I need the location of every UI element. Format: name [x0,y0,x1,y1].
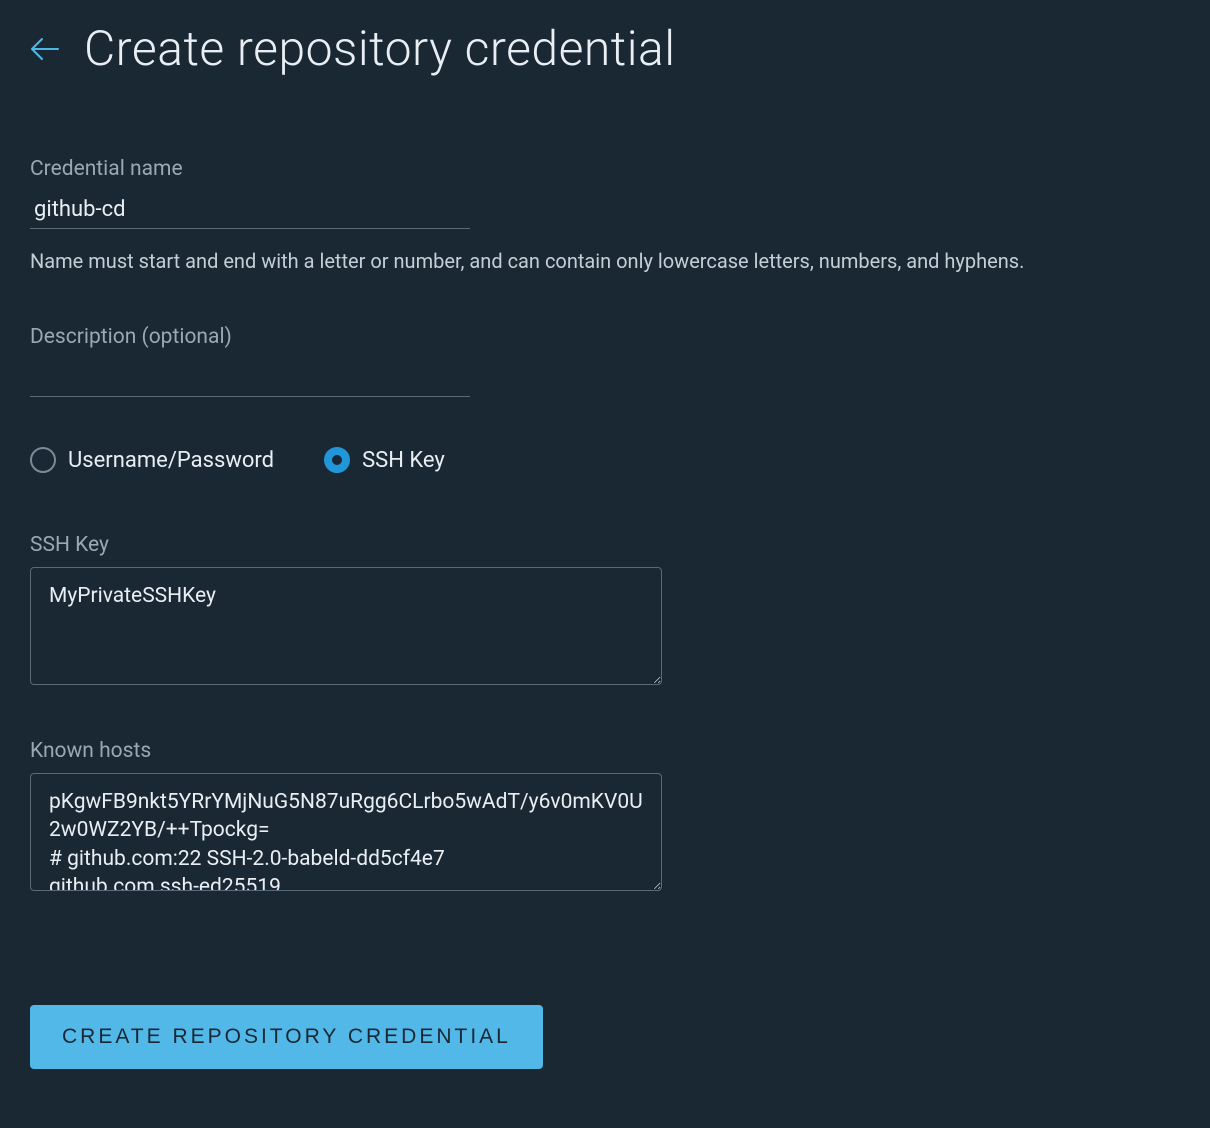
radio-ssh-key[interactable]: SSH Key [324,447,445,473]
credential-name-group: Credential name Name must start and end … [30,157,1180,275]
radio-circle-selected-icon [324,447,350,473]
radio-label-username-password: Username/Password [68,448,274,473]
ssh-key-textarea[interactable] [30,567,662,685]
known-hosts-textarea[interactable] [30,773,662,891]
radio-username-password[interactable]: Username/Password [30,447,274,473]
credential-name-help: Name must start and end with a letter or… [30,247,1180,275]
radio-dot-icon [332,455,342,465]
description-label: Description (optional) [30,325,1180,349]
description-group: Description (optional) [30,325,1180,397]
create-credential-button[interactable]: CREATE REPOSITORY CREDENTIAL [30,1005,543,1069]
known-hosts-group: Known hosts [30,739,1180,895]
ssh-key-label: SSH Key [30,533,1180,557]
auth-type-radio-group: Username/Password SSH Key [30,447,1180,473]
description-input[interactable] [30,359,470,397]
known-hosts-label: Known hosts [30,739,1180,763]
radio-label-ssh-key: SSH Key [362,448,445,473]
page-header: Create repository credential [30,20,1180,77]
page-title: Create repository credential [84,20,676,77]
back-arrow-icon[interactable] [30,37,60,61]
credential-name-input[interactable] [30,191,470,229]
radio-circle-icon [30,447,56,473]
credential-name-label: Credential name [30,157,1180,181]
ssh-key-group: SSH Key [30,533,1180,689]
